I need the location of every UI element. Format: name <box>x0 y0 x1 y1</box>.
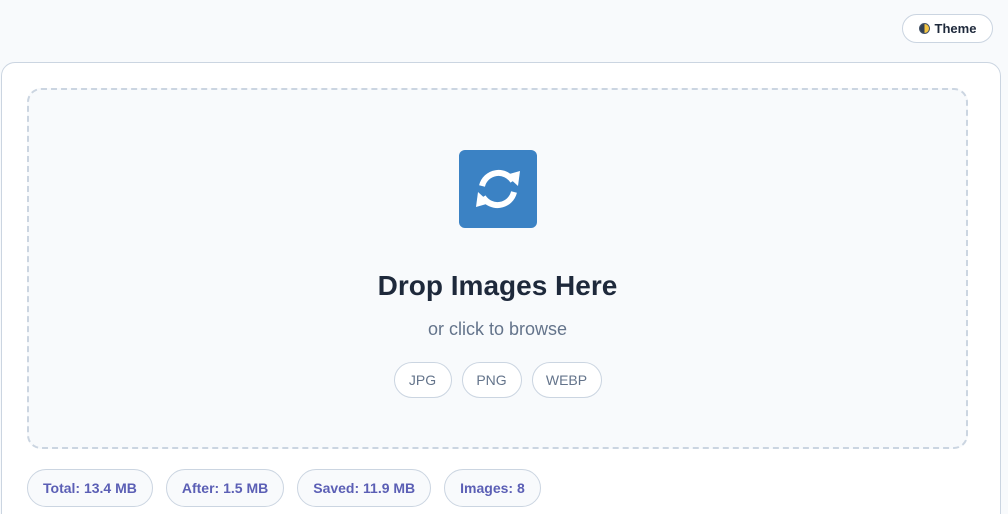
dropzone-subtitle: or click to browse <box>427 319 568 339</box>
image-dropzone[interactable]: Drop Images Here or click to browse JPG … <box>27 88 968 449</box>
format-list: JPG PNG WEBP <box>29 362 966 398</box>
page: Theme Drop Images Here or click to brows… <box>0 0 1008 514</box>
refresh-icon <box>459 150 537 228</box>
theme-toggle-button[interactable]: Theme <box>902 14 993 43</box>
format-chip-png: PNG <box>461 362 522 398</box>
half-moon-icon <box>918 23 930 34</box>
theme-button-label: Theme <box>934 21 977 36</box>
stats-bar: Total: 13.4 MB After: 1.5 MB Saved: 11.9… <box>27 469 541 507</box>
stat-images: Images: 8 <box>444 469 541 507</box>
stat-saved: Saved: 11.9 MB <box>297 469 432 507</box>
stat-after: After: 1.5 MB <box>165 469 285 507</box>
format-chip-webp: WEBP <box>531 362 602 398</box>
dropzone-title: Drop Images Here <box>377 270 618 301</box>
stat-total: Total: 13.4 MB <box>27 469 153 507</box>
upload-card: Drop Images Here or click to browse JPG … <box>1 62 1001 514</box>
format-chip-jpg: JPG <box>393 362 452 398</box>
